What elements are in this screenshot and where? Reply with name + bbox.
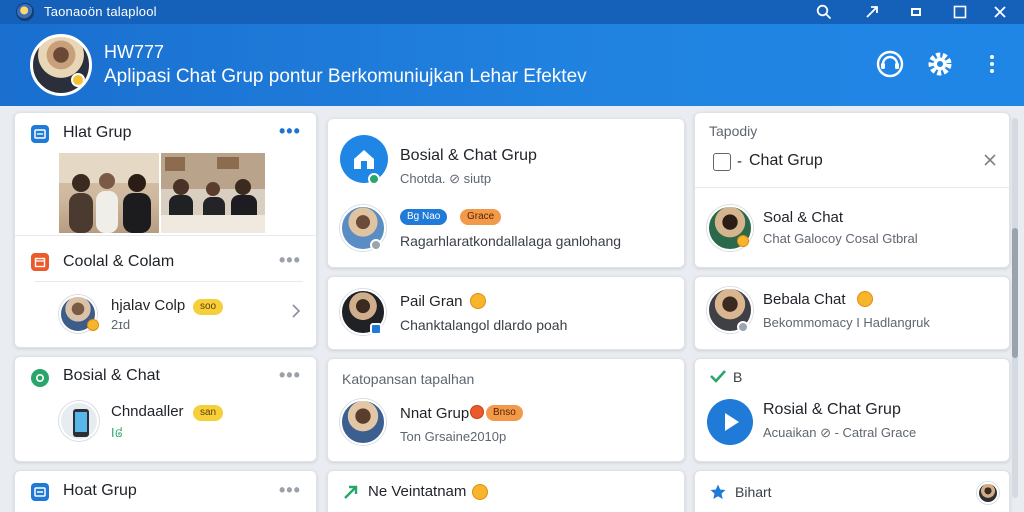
close-icon[interactable] <box>983 153 997 172</box>
chat-card-rosial[interactable]: B Rosial & Chat Grup Acuaikan ⊘ - Catral… <box>694 358 1010 462</box>
group-photo-2 <box>161 153 265 233</box>
status-badge: soo <box>193 299 224 315</box>
chat-bubble-icon <box>31 369 49 387</box>
avatar[interactable] <box>340 399 386 445</box>
contact-sub: Bekommomacy I Hadlangruk <box>763 315 930 330</box>
contact-name: Bebala Chat <box>763 291 846 308</box>
minimize-icon[interactable] <box>898 0 934 24</box>
emoji-icon <box>470 405 484 419</box>
chat-grup-panel: Tapodiy - Chat Grup Soal & Chat Chat Gal… <box>694 112 1010 268</box>
group-name: Bosial & Chat Grup <box>400 147 537 164</box>
section-label: B <box>733 369 743 385</box>
message-preview: Ragarhlaratkondallalaga ganlohang <box>400 233 622 249</box>
avatar[interactable] <box>977 482 999 504</box>
chat-card-bebala[interactable]: Bebala Chat Bekommomacy I Hadlangruk <box>694 276 1010 350</box>
chevron-right-icon[interactable] <box>291 303 301 324</box>
contact-name: Chndaaller <box>111 403 184 420</box>
maximize-icon[interactable] <box>942 0 978 24</box>
scrollbar[interactable] <box>1012 118 1018 498</box>
tag-badge: Bg Nao <box>400 209 448 225</box>
group-photo-1 <box>59 153 159 233</box>
emoji-icon <box>470 293 486 309</box>
check-icon <box>709 369 727 388</box>
pin-icon[interactable] <box>854 0 890 24</box>
scrollbar-thumb[interactable] <box>1012 228 1018 358</box>
card-title: Coolal & Colam <box>63 253 175 270</box>
app-header: HW777 Aplipasi Chat Grup pontur Berkomun… <box>0 24 1024 106</box>
star-icon <box>709 483 727 506</box>
chat-card-pail-gran[interactable]: Pail Gran Chanktalangol dlardo poah <box>327 276 685 350</box>
more-vertical-icon[interactable] <box>974 46 1010 82</box>
panel-title: Chat Grup <box>749 152 823 169</box>
profile-avatar[interactable] <box>30 34 92 96</box>
chat-group-icon <box>31 125 49 143</box>
status-badge: san <box>193 405 224 421</box>
contact-name: Bihart <box>735 484 772 500</box>
more-horizontal-icon[interactable]: ••• <box>279 480 301 501</box>
group-sub: Acuaikan ⊘ - Catral Grace <box>763 425 917 440</box>
support-icon[interactable] <box>872 46 908 82</box>
more-horizontal-icon[interactable]: ••• <box>279 250 301 271</box>
settings-gear-icon[interactable] <box>922 46 958 82</box>
contact-sub: Chat Galocoy Cosal Gtbral <box>763 231 918 246</box>
chat-card-katopansan[interactable]: Katopansan tapalhan Nnat Grup Bnso Ton G… <box>327 358 685 462</box>
contact-sub: 2ɪd <box>111 317 131 332</box>
chat-card-ne-veintatnam[interactable]: Ne Veintatnam <box>327 470 685 512</box>
group-sub: Chotda. ⊘ siutp <box>400 171 492 186</box>
emoji-icon <box>472 484 488 500</box>
section-title: Katopansan tapalhan <box>342 371 475 387</box>
card-title: Hlat Grup <box>63 124 132 141</box>
home-icon <box>340 135 388 183</box>
emoji-icon <box>857 291 873 307</box>
profile-name: HW777 <box>104 42 165 62</box>
tag-badge: Bnso <box>486 405 523 421</box>
card-title: Hoat Grup <box>63 482 137 499</box>
contact-name: Soal & Chat <box>763 209 844 226</box>
contact-name: hjalav Colp <box>111 297 186 314</box>
contact-name: Pail Gran <box>400 293 463 310</box>
arrow-up-right-icon <box>342 483 360 506</box>
card-title: Bosial & Chat <box>63 367 160 384</box>
group-card-bosial[interactable]: Bosial & Chat ••• Chndaaller san ꓲ៨ <box>14 356 317 462</box>
emoji-icon <box>87 319 99 331</box>
close-icon[interactable] <box>982 0 1018 24</box>
app-logo-icon <box>16 3 34 21</box>
chat-window-icon <box>713 153 731 171</box>
group-name: Rosial & Chat Grup <box>763 401 901 418</box>
contact-name: Nnat Grup <box>400 405 470 422</box>
more-horizontal-icon[interactable]: ••• <box>279 121 301 142</box>
status-badge <box>71 73 85 87</box>
group-card-hlat[interactable]: Hlat Grup ••• Coolal & Colam ••• hjalav … <box>14 112 317 348</box>
app-subtitle: Aplipasi Chat Grup pontur Berkomuniujkan… <box>104 66 587 87</box>
play-icon[interactable] <box>707 399 753 445</box>
chat-group-icon <box>31 483 49 501</box>
message-preview: Chanktalangol dlardo poah <box>400 317 568 333</box>
breadcrumb: Tapodiy <box>709 123 758 139</box>
chat-card-bihart[interactable]: Bihart <box>694 470 1010 512</box>
window-title: Taonaoön talaplool <box>44 4 157 19</box>
phone-avatar[interactable] <box>59 401 99 441</box>
title-bar: Taonaoön talaplool <box>0 0 1024 24</box>
more-horizontal-icon[interactable]: ••• <box>279 365 301 386</box>
group-card-hoat[interactable]: Hoat Grup ••• <box>14 470 317 512</box>
tag-badge: Grace <box>460 209 502 225</box>
group-card-bosial-chat-grup[interactable]: Bosial & Chat Grup Chotda. ⊘ siutp Bg Na… <box>327 118 685 268</box>
calendar-icon <box>31 253 49 271</box>
contact-sub: Ton Grsaine2010p <box>400 429 507 444</box>
search-icon[interactable] <box>806 0 842 24</box>
contact-sub: ꓲ៨ <box>111 426 124 440</box>
contact-name: Ne Veintatnam <box>368 483 467 500</box>
emoji-icon <box>737 235 749 247</box>
